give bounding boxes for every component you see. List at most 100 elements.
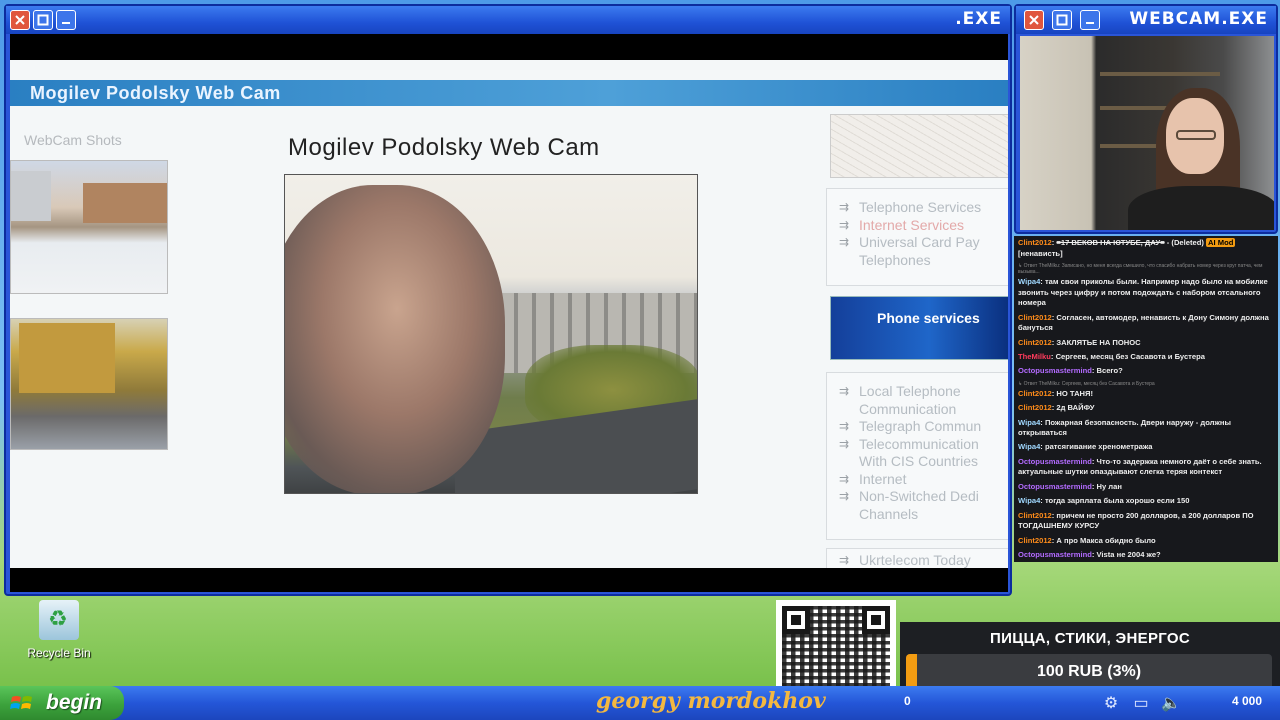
service-link[interactable]: Communication: [859, 401, 981, 419]
service-link[interactable]: Internet: [839, 471, 981, 489]
chat-message: Wipa4: тогда зарплата была хорошо если 1…: [1018, 496, 1190, 506]
system-tray[interactable]: ⚙ ▭ 🔈: [1100, 690, 1182, 716]
site-banner: Mogilev Podolsky Web Cam: [10, 80, 1008, 106]
chat-message-text: А про Макса обидно было: [1056, 535, 1156, 545]
goal-title: ПИЦЦА, СТИКИ, ЭНЕРГОС: [990, 630, 1190, 647]
page-title: Mogilev Podolsky Web Cam: [288, 134, 600, 161]
chat-reply-preview: ↳ Ответ TheMilku: Сергеев, месяц без Сас…: [1018, 380, 1155, 387]
chat-message-text: ЗАКЛЯТЬЕ НА ПОНОС: [1056, 337, 1141, 347]
service-link[interactable]: Universal Card Pay: [839, 234, 981, 252]
site-banner-text: Mogilev Podolsky Web Cam: [30, 83, 281, 103]
chat-message: Octopusmastermind: Что-то задержка немно…: [1018, 456, 1262, 477]
chat-message: Wipa4: Пожарная безопасность. Двери нару…: [1018, 417, 1231, 438]
chat-message: TheMilku: Сергеев, месяц без Сасавота и …: [1018, 351, 1205, 361]
services-box-3: Ukrtelecom Today: [826, 548, 1008, 568]
chat-nickname[interactable]: Clint2012: [1018, 238, 1052, 247]
volume-icon[interactable]: 🔈: [1160, 692, 1182, 714]
chat-nickname[interactable]: Clint2012: [1018, 313, 1052, 322]
goal-min: 0: [904, 694, 911, 708]
chat-nickname[interactable]: Clint2012: [1018, 338, 1052, 347]
chat-nickname[interactable]: Clint2012: [1018, 389, 1052, 398]
chat-message: Clint2012: ЗАКЛЯТЬЕ НА ПОНОС: [1018, 337, 1141, 347]
chat-reply-preview: ↳ Ответ TheMilku: Записано, но меня всег…: [1018, 262, 1263, 275]
main-window-content: Mogilev Podolsky Web Cam WebCam Shots Mo…: [10, 34, 1008, 592]
chat-message-text: Ну лан: [1096, 481, 1122, 491]
service-link[interactable]: Telephone Services: [839, 199, 981, 217]
chat-nickname[interactable]: Wipa4: [1018, 442, 1040, 451]
chat-nickname[interactable]: Octopusmastermind: [1018, 457, 1092, 466]
recycle-bin-label: Recycle Bin: [27, 646, 91, 660]
chat-nickname[interactable]: Octopusmastermind: [1018, 550, 1092, 559]
webcam-shot-1[interactable]: [10, 160, 168, 294]
deleted-message-text: =17 ВЕКОВ НА ЮТУБЕ, ДАУ=: [1056, 238, 1165, 247]
chat-message-text: тогда зарплата была хорошо если 150: [1044, 496, 1190, 506]
donation-goal: ПИЦЦА, СТИКИ, ЭНЕРГОС 100 RUB (3%): [900, 622, 1280, 692]
services-box-2: Local Telephone Communication Telegraph …: [826, 372, 1008, 540]
chat-message: Clint2012: А про Макса обидно было: [1018, 535, 1156, 545]
start-label: begin: [46, 691, 102, 714]
monitor-icon[interactable]: ▭: [1130, 692, 1152, 714]
chat-nickname[interactable]: Clint2012: [1018, 536, 1052, 545]
maximize-icon[interactable]: [33, 10, 53, 30]
chat-nickname[interactable]: Clint2012: [1018, 403, 1052, 412]
chat-message-text: ратсягивание хренометража: [1044, 442, 1153, 452]
close-icon[interactable]: [1024, 10, 1044, 30]
main-window[interactable]: .EXE Mogilev Podolsky Web Cam WebCam Sho…: [4, 4, 1012, 596]
ai-mod-badge: AI Mod: [1206, 238, 1236, 247]
phone-banner-text: Phone services: [877, 310, 980, 326]
service-link[interactable]: Ukrtelecom Today: [839, 552, 971, 568]
chat-message-text: 2д ВАЙФУ: [1056, 403, 1095, 413]
chat-message: Wipa4: ратсягивание хренометража: [1018, 442, 1153, 452]
phone-services-banner[interactable]: Phone services: [830, 296, 1008, 360]
chat-message: Clint2012: НО ТАНЯ!: [1018, 388, 1094, 398]
webcam-titlebar[interactable]: WEBCAM.EXE: [1016, 6, 1276, 34]
chat-message-text: причем не просто 200 долларов, а 200 дол…: [1018, 510, 1254, 531]
recycle-bin-icon: [39, 600, 79, 640]
main-titlebar[interactable]: .EXE: [6, 6, 1010, 34]
chat-message-text: там свои приколы были. Например надо был…: [1018, 276, 1268, 308]
maximize-icon[interactable]: [1052, 10, 1072, 30]
chat-message: Clint2012: причем не просто 200 долларов…: [1018, 510, 1254, 531]
chat-nickname[interactable]: Octopusmastermind: [1018, 366, 1092, 375]
service-link[interactable]: Internet Services: [839, 217, 981, 235]
chat-message: Wipa4: там свои приколы были. Например н…: [1018, 276, 1268, 308]
chat-message: Octopusmastermind: Ну лан: [1018, 481, 1122, 491]
recycle-bin[interactable]: Recycle Bin: [22, 600, 96, 660]
chat-nickname[interactable]: Wipa4: [1018, 277, 1040, 286]
chat-nickname[interactable]: Wipa4: [1018, 496, 1040, 505]
chat-message-text: Всего?: [1096, 366, 1123, 376]
chat-nickname[interactable]: Clint2012: [1018, 511, 1052, 520]
service-link[interactable]: Telephones: [859, 252, 981, 270]
minimize-icon[interactable]: [56, 10, 76, 30]
service-link[interactable]: With CIS Countries: [859, 453, 981, 471]
chat-panel[interactable]: Clint2012: =17 ВЕКОВ НА ЮТУБЕ, ДАУ= - (D…: [1014, 236, 1278, 562]
webcam-image: [284, 174, 698, 494]
chat-nickname[interactable]: Octopusmastermind: [1018, 482, 1092, 491]
webcam-feed: [1020, 36, 1274, 230]
close-icon[interactable]: [10, 10, 30, 30]
minimize-icon[interactable]: [1080, 10, 1100, 30]
chat-nickname[interactable]: TheMilku: [1018, 352, 1051, 361]
webcam-shot-2[interactable]: [10, 318, 168, 450]
service-link[interactable]: Local Telephone: [839, 383, 981, 401]
service-link[interactable]: Channels: [859, 506, 981, 524]
windows-logo-icon: [10, 696, 32, 709]
service-link[interactable]: Non-Switched Dedi: [839, 488, 981, 506]
service-link[interactable]: Telecommunication: [839, 436, 981, 454]
webcam-window-title: WEBCAM.EXE: [1129, 9, 1268, 29]
map-thumbnail[interactable]: [830, 114, 1008, 178]
webcam-window[interactable]: WEBCAM.EXE: [1014, 4, 1278, 234]
webcam-shots-label: WebCam Shots: [24, 132, 122, 148]
chat-message-text: Согласен, автомодер, ненависть к Дону Си…: [1018, 312, 1269, 333]
chat-nickname[interactable]: Wipa4: [1018, 418, 1040, 427]
main-window-title: .EXE: [955, 9, 1002, 29]
chat-message-text: Vista не 2004 же?: [1096, 550, 1161, 560]
steam-icon[interactable]: ⚙: [1100, 692, 1122, 714]
chat-message: Octopusmastermind: Vista не 2004 же?: [1018, 550, 1161, 560]
moderation-reason: [ненависть]: [1018, 248, 1063, 258]
service-link[interactable]: Telegraph Commun: [839, 418, 981, 436]
website-page: Mogilev Podolsky Web Cam WebCam Shots Mo…: [10, 60, 1008, 568]
chat-message: Clint2012: Согласен, автомодер, ненавист…: [1018, 312, 1269, 333]
goal-max: 4 000: [1232, 694, 1263, 708]
start-button[interactable]: begin: [0, 686, 124, 720]
